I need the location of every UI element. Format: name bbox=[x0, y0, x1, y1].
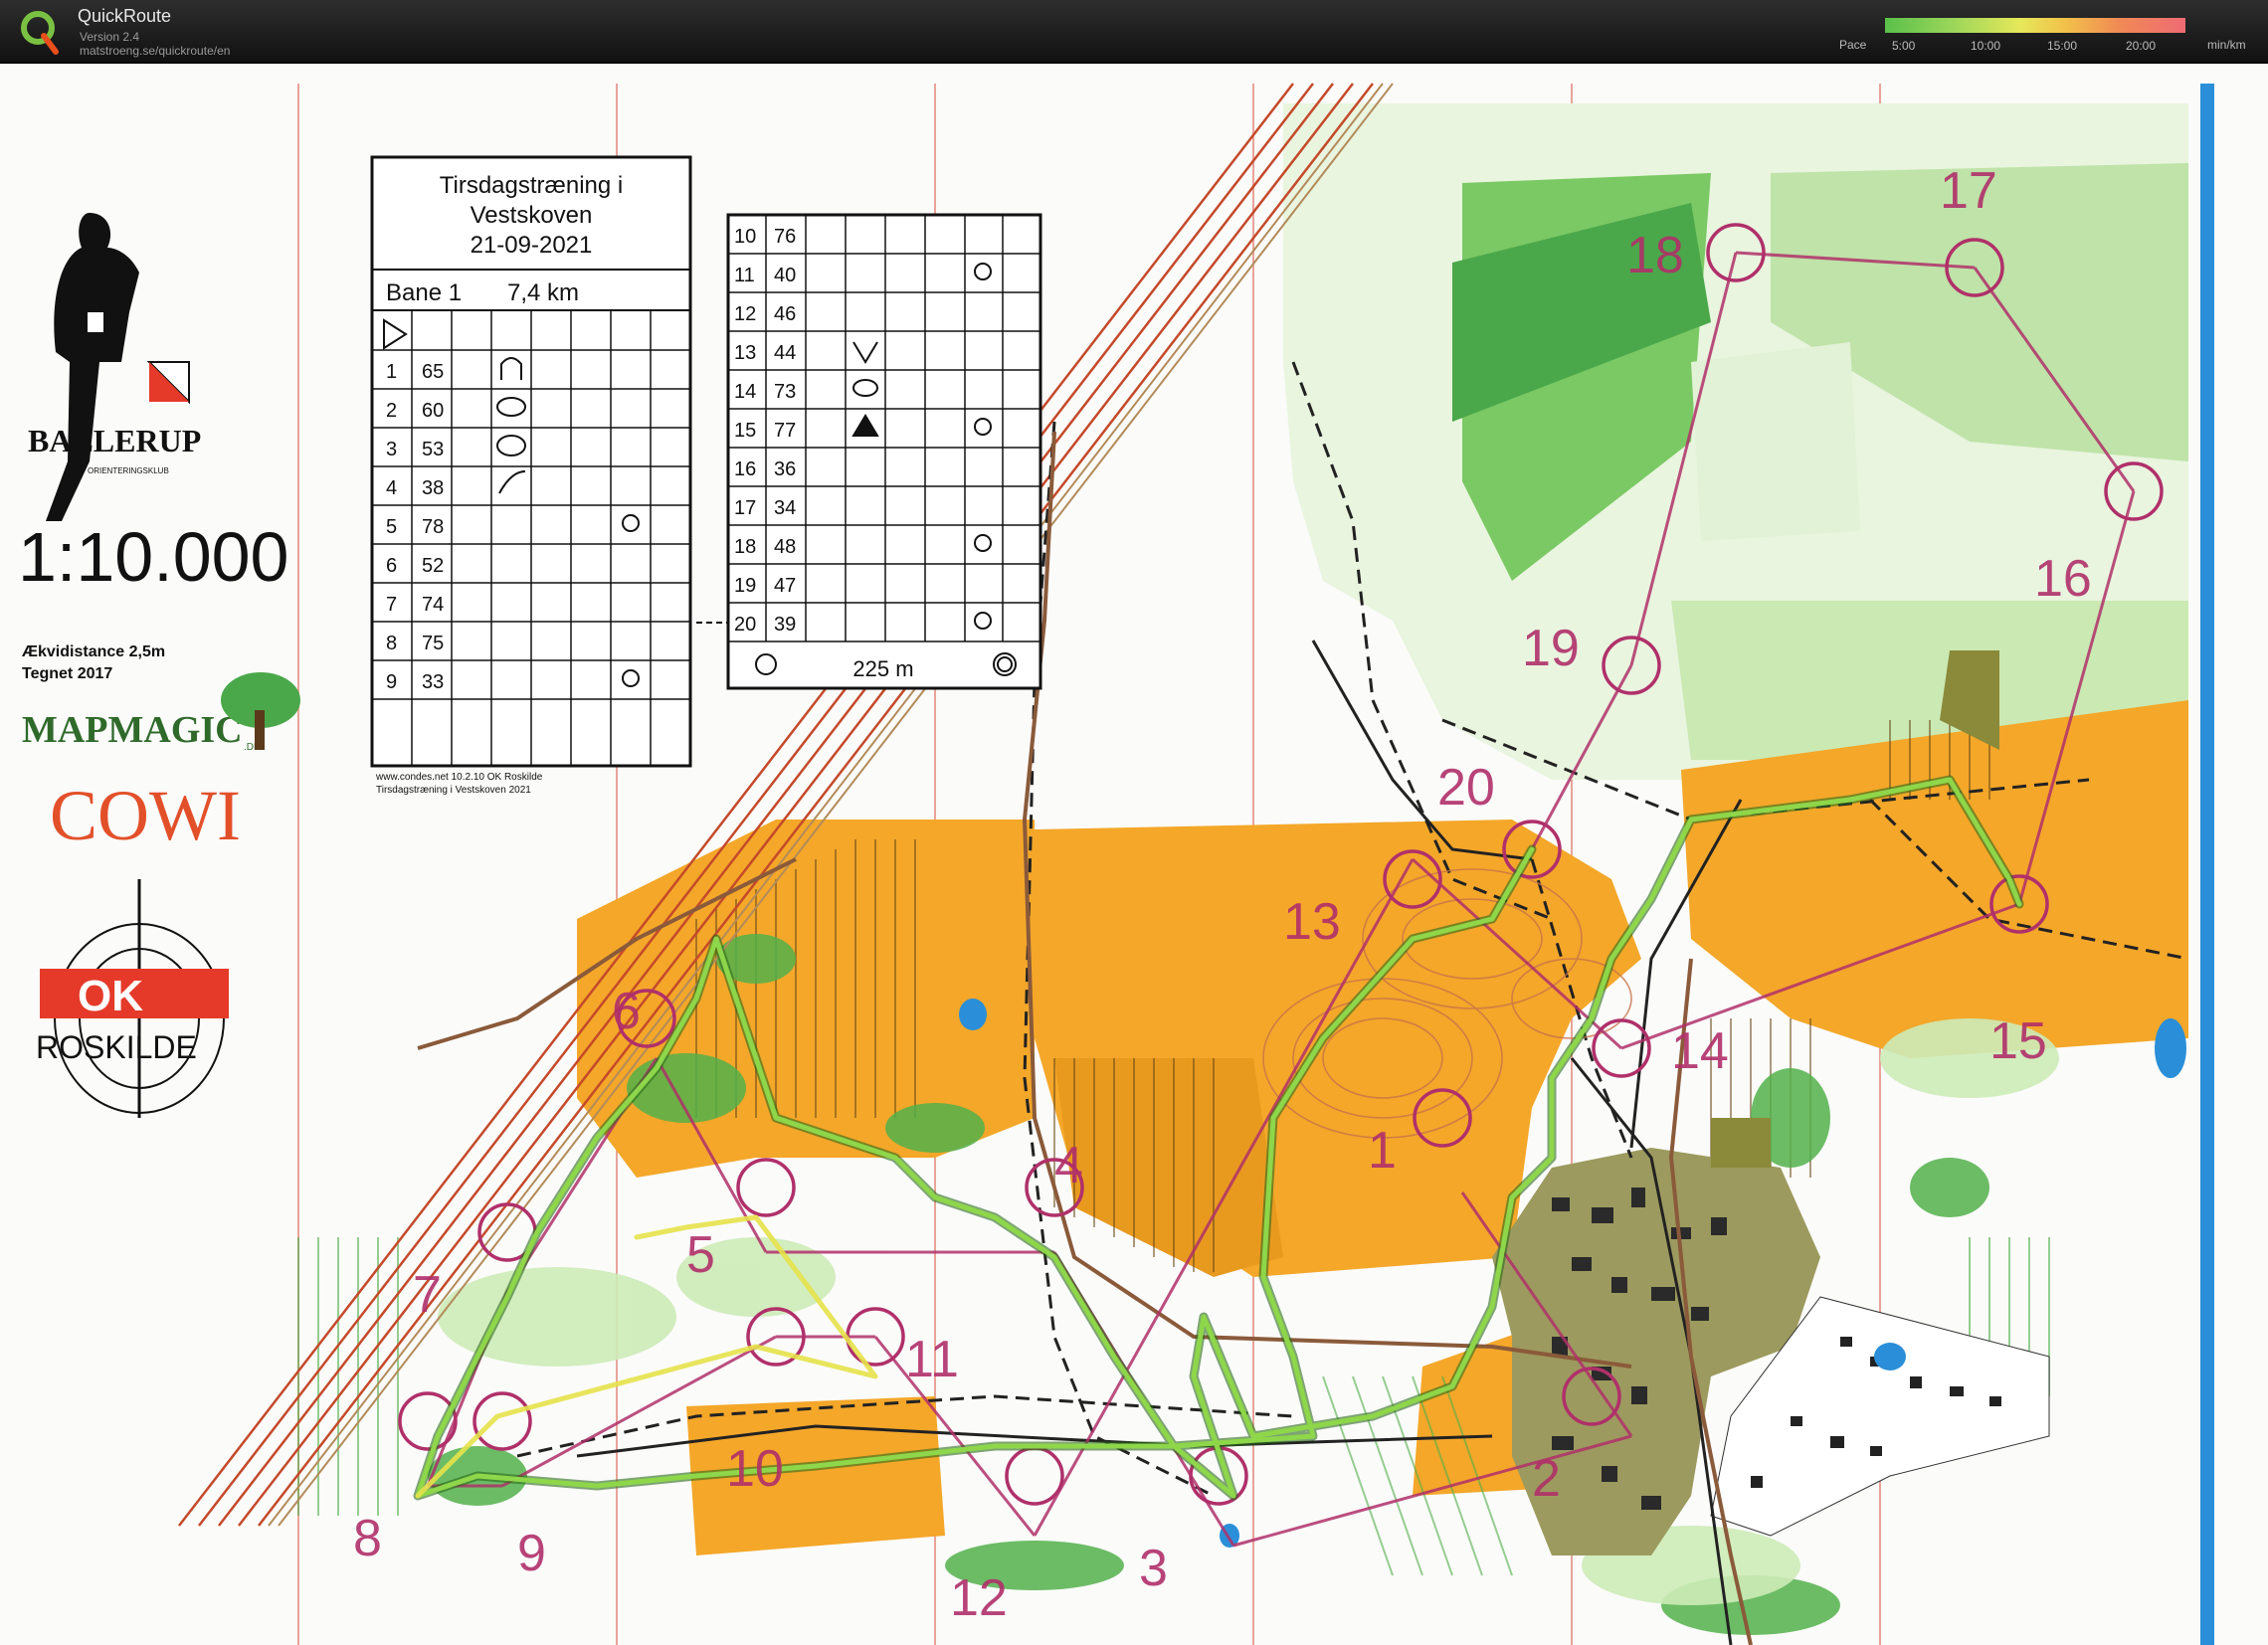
map-scale: 1:10.000 bbox=[18, 518, 288, 596]
credit-line-2: Tirsdagstræning i Vestskoven 2021 bbox=[376, 785, 531, 796]
control-number: 11 bbox=[734, 265, 755, 286]
pace-tick: 20:00 bbox=[2126, 39, 2157, 53]
control-code: 53 bbox=[422, 439, 444, 460]
control-code: 76 bbox=[774, 226, 796, 248]
pace-tick: 5:00 bbox=[1892, 39, 1916, 53]
control-code: 78 bbox=[422, 516, 444, 538]
quickroute-logo-icon bbox=[21, 11, 59, 55]
club-sub: ORIENTERINGSKLUB bbox=[88, 466, 169, 475]
control-code: 46 bbox=[774, 303, 796, 325]
control-number: 12 bbox=[734, 303, 756, 325]
control-code: 77 bbox=[774, 420, 796, 442]
app-version: Version 2.4 bbox=[80, 30, 140, 44]
control-number: 4 bbox=[386, 477, 397, 499]
control-number: 3 bbox=[386, 439, 397, 460]
control-number: 13 bbox=[734, 342, 756, 364]
event-date: 21-09-2021 bbox=[471, 232, 593, 259]
control-label: 2 bbox=[1532, 1450, 1561, 1508]
app-url[interactable]: matstroeng.se/quickroute/en bbox=[80, 44, 230, 58]
control-label: 18 bbox=[1626, 227, 1684, 284]
control-label: 14 bbox=[1671, 1022, 1729, 1080]
control-label: 3 bbox=[1139, 1540, 1168, 1597]
roskilde-label: ROSKILDE bbox=[36, 1029, 197, 1065]
control-code: 74 bbox=[422, 594, 444, 616]
event-title-1: Tirsdagstræning i bbox=[440, 172, 624, 199]
control-label: 17 bbox=[1940, 162, 1997, 220]
control-description-right: 10 76 11 40 12 46 13 44 14 73 15 77 16 36 17 34 … bbox=[696, 213, 1042, 690]
control-label: 16 bbox=[2034, 550, 2092, 608]
control-label: 10 bbox=[726, 1440, 784, 1498]
control-code: 47 bbox=[774, 575, 796, 597]
control-number: 9 bbox=[386, 671, 397, 693]
control-number: 16 bbox=[734, 458, 756, 480]
control-number: 5 bbox=[386, 516, 397, 538]
control-number: 2 bbox=[386, 400, 397, 422]
control-label: 20 bbox=[1437, 759, 1495, 817]
control-code: 44 bbox=[774, 342, 796, 364]
control-label: 9 bbox=[517, 1525, 546, 1582]
pace-label: Pace bbox=[1839, 38, 1867, 52]
event-title-2: Vestskoven bbox=[471, 202, 593, 229]
control-code: 38 bbox=[422, 477, 444, 499]
control-number: 19 bbox=[734, 575, 756, 597]
control-description-left: Tirsdagstræning i Vestskoven 21-09-2021 … bbox=[370, 155, 692, 768]
control-label: 7 bbox=[413, 1266, 442, 1324]
control-number: 14 bbox=[734, 381, 756, 403]
credit-line-1: www.condes.net 10.2.10 OK Roskilde bbox=[375, 772, 543, 783]
finish-distance: 225 m bbox=[852, 656, 913, 681]
control-code: 60 bbox=[422, 400, 444, 422]
control-number: 1 bbox=[386, 361, 397, 383]
control-label: 11 bbox=[905, 1331, 959, 1388]
app-title: QuickRoute bbox=[78, 6, 172, 26]
club-name: BALLERUP bbox=[28, 423, 201, 458]
control-code: 75 bbox=[422, 633, 444, 654]
control-number: 17 bbox=[734, 497, 756, 519]
control-code: 48 bbox=[774, 536, 796, 558]
pace-tick: 10:00 bbox=[1971, 39, 2001, 53]
control-code: 52 bbox=[422, 555, 444, 577]
control-number: 6 bbox=[386, 555, 397, 577]
control-label: 5 bbox=[686, 1226, 715, 1284]
pace-tick: 15:00 bbox=[2047, 39, 2078, 53]
course-name: Bane 1 bbox=[386, 279, 462, 306]
control-label: 15 bbox=[1989, 1012, 2047, 1070]
control-label: 6 bbox=[612, 983, 641, 1040]
control-number: 15 bbox=[734, 420, 756, 442]
control-code: 34 bbox=[774, 497, 796, 519]
control-code: 33 bbox=[422, 671, 444, 693]
control-label: 13 bbox=[1283, 893, 1341, 951]
drawn-year: Tegnet 2017 bbox=[22, 665, 112, 682]
control-label: 1 bbox=[1368, 1122, 1397, 1180]
mapmagic-logo: MAPMAGIC bbox=[22, 709, 243, 751]
orienteering-map[interactable]: 1 2 3 4 5 6 7 8 9 10 11 12 13 14 15 16 1… bbox=[0, 64, 2268, 1645]
control-code: 65 bbox=[422, 361, 444, 383]
control-number: 20 bbox=[734, 614, 756, 636]
control-number: 7 bbox=[386, 594, 397, 616]
map-viewport[interactable]: 1 2 3 4 5 6 7 8 9 10 11 12 13 14 15 16 1… bbox=[0, 64, 2268, 1645]
control-number: 8 bbox=[386, 633, 397, 654]
control-code: 39 bbox=[774, 614, 796, 636]
contour-interval: Ækvidistance 2,5m bbox=[22, 643, 165, 660]
control-label: 12 bbox=[950, 1569, 1008, 1627]
ok-badge: OK bbox=[78, 972, 143, 1020]
course-distance: 7,4 km bbox=[507, 279, 579, 306]
pace-unit: min/km bbox=[2207, 38, 2246, 52]
control-label: 19 bbox=[1522, 620, 1580, 677]
control-label: 4 bbox=[1054, 1137, 1083, 1194]
control-code: 40 bbox=[774, 265, 796, 286]
control-number: 18 bbox=[734, 536, 756, 558]
pace-color-scale bbox=[1885, 18, 2185, 33]
control-label: 8 bbox=[353, 1510, 382, 1567]
title-bar: QuickRoute Version 2.4 matstroeng.se/qui… bbox=[0, 0, 2268, 64]
control-code: 73 bbox=[774, 381, 796, 403]
control-code: 36 bbox=[774, 458, 796, 480]
control-number: 10 bbox=[734, 226, 756, 248]
cowi-logo: COWI bbox=[50, 776, 241, 855]
